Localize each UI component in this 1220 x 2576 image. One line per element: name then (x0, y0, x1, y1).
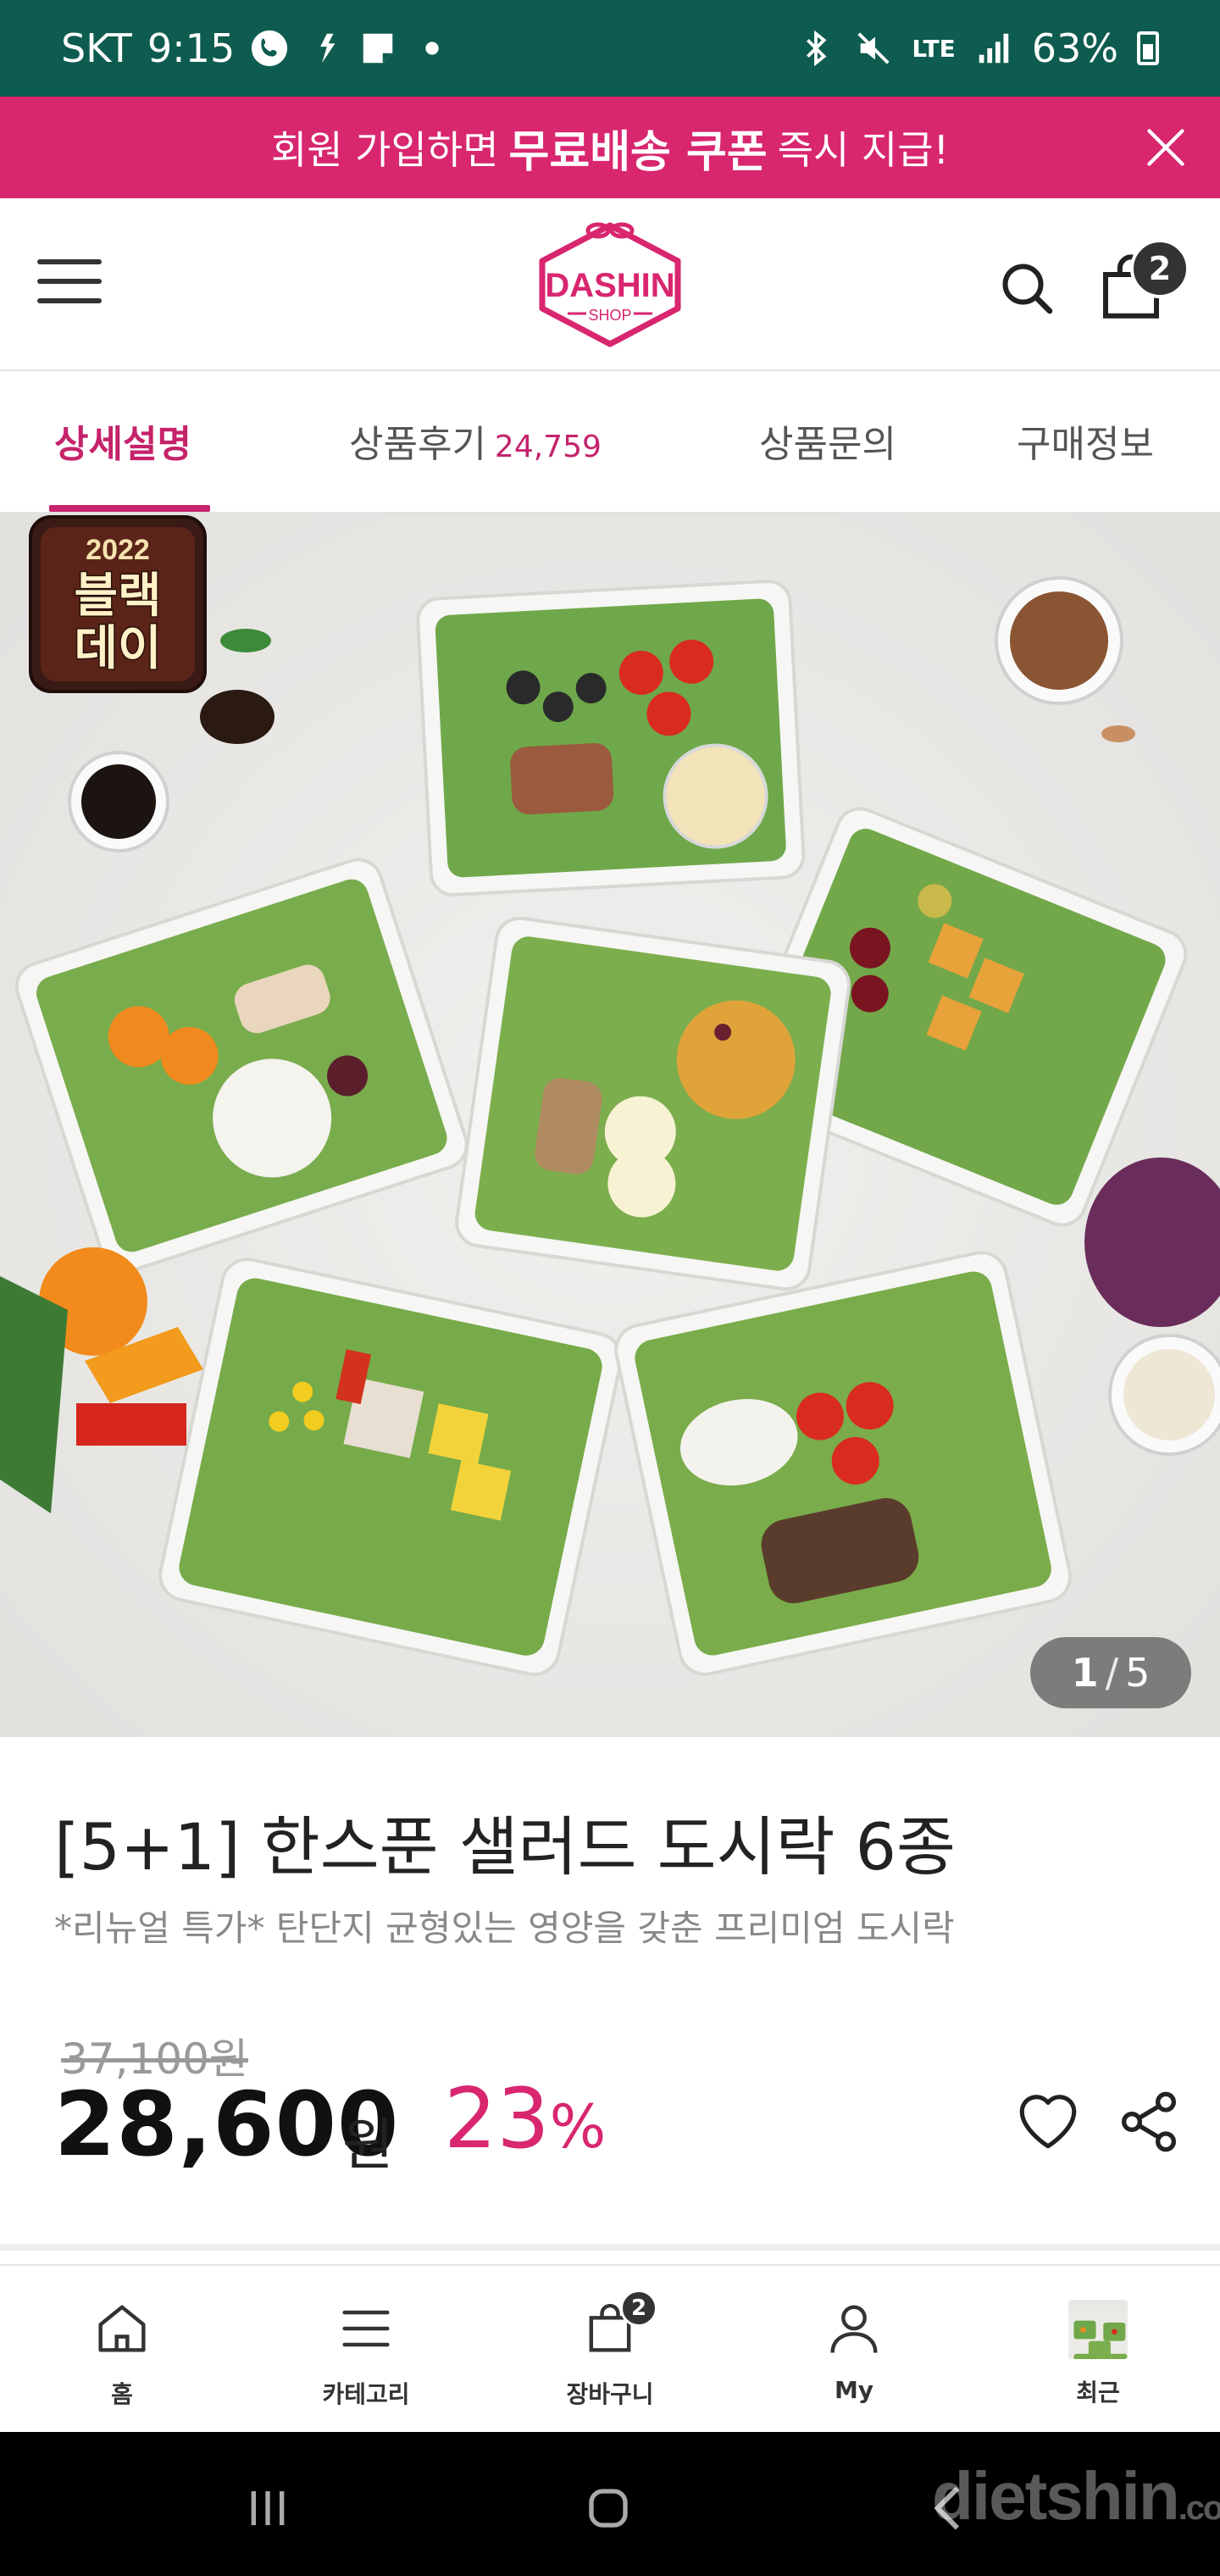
note-icon (358, 29, 397, 68)
tab-reviews-label: 상품후기 (349, 423, 486, 466)
black-day-event-badge: 2022 블랙 데이 (29, 515, 207, 693)
salad-boxes-photo (0, 514, 1220, 1737)
logo-text: DASHIN (545, 267, 674, 304)
tab-reviews[interactable]: 상품후기 24,759 (349, 414, 602, 468)
badge-year: 2022 (86, 534, 150, 566)
page-current: 1 (1071, 1650, 1099, 1696)
network-type: LTE (912, 34, 956, 63)
nav-category-label: 카테고리 (322, 2380, 410, 2408)
search-icon[interactable] (996, 258, 1057, 319)
person-icon (830, 2305, 878, 2353)
badge-line1: 블랙 (74, 569, 161, 624)
recent-apps-icon[interactable] (234, 2474, 302, 2542)
product-subtitle: *리뉴얼 특가* 탄단지 균형있는 영양을 갖춘 프리미엄 도시락 (54, 1907, 955, 1949)
discount-rate: 23% (444, 2071, 606, 2168)
home-button-icon[interactable] (574, 2474, 642, 2542)
recent-product-thumbnail (1068, 2300, 1128, 2359)
promo-text-after: 즉시 지급! (777, 127, 950, 173)
home-icon (98, 2305, 146, 2352)
dashin-shop-logo[interactable]: DASHIN SHOP (534, 219, 686, 351)
tab-detail-label: 상세설명 (54, 423, 191, 466)
product-title: [5+1] 한스푼 샐러드 도시락 6종 (54, 1809, 956, 1885)
promo-text-before: 회원 가입하면 (270, 127, 499, 173)
hamburger-menu-button[interactable] (37, 259, 102, 310)
watermark-suffix: .com (1178, 2490, 1220, 2527)
tab-purchase-info[interactable]: 구매정보 (1017, 414, 1154, 468)
battery-icon (1137, 31, 1159, 65)
bottom-navigation: 홈 카테고리 2 장바구니 My 최근 (0, 2264, 1220, 2432)
running-icon (304, 29, 343, 68)
call-icon (250, 29, 289, 68)
dot-icon (413, 29, 452, 68)
watermark-main: dietshin (932, 2458, 1180, 2534)
app-header: DASHIN SHOP (0, 198, 1220, 371)
heart-icon[interactable] (1013, 2088, 1083, 2152)
nav-home[interactable]: 홈 (37, 2283, 207, 2427)
tab-inquiry[interactable]: 상품문의 (759, 414, 896, 468)
page-total: 5 (1125, 1650, 1151, 1696)
logo-subtext: SHOP (588, 307, 631, 324)
nav-cart-badge: 2 (620, 2290, 657, 2327)
signup-promo-banner[interactable]: 회원 가입하면 무료배송 쿠폰 즉시 지급! (0, 97, 1220, 198)
sale-price-unit: 원 (342, 2112, 394, 2178)
status-bar: SKT 9:15 LTE 63% (0, 0, 1220, 97)
nav-recent-label: 최근 (1076, 2379, 1120, 2407)
signal-icon (974, 29, 1013, 68)
nav-cart-label: 장바구니 (566, 2380, 654, 2408)
mute-icon (854, 29, 893, 68)
clock: 9:15 (147, 25, 236, 71)
discount-unit: % (549, 2092, 607, 2162)
nav-home-label: 홈 (111, 2380, 133, 2408)
nav-my[interactable]: My (769, 2283, 939, 2427)
carousel-page-indicator: 1 / 5 (1030, 1637, 1191, 1708)
section-divider (0, 2244, 1220, 2251)
menu-icon (342, 2310, 390, 2347)
nav-recent[interactable]: 최근 (1013, 2283, 1183, 2427)
share-icon[interactable] (1115, 2088, 1183, 2156)
page-separator: / (1105, 1650, 1119, 1696)
nav-category[interactable]: 카테고리 (281, 2283, 451, 2427)
tab-inquiry-label: 상품문의 (759, 423, 896, 466)
nav-cart[interactable]: 2 장바구니 (525, 2283, 695, 2427)
nav-my-label: My (834, 2376, 874, 2404)
watermark: dietshin.com (932, 2457, 1220, 2535)
carrier-label: SKT (61, 25, 132, 71)
review-count: 24,759 (494, 430, 602, 464)
discount-value: 23 (444, 2071, 550, 2168)
cart-count-badge: 2 (1130, 239, 1190, 298)
product-image-carousel[interactable] (0, 514, 1220, 1737)
product-tabs: 상세설명 상품후기 24,759 상품문의 구매정보 (0, 371, 1220, 514)
badge-line2: 데이 (74, 621, 161, 676)
tab-purchase-info-label: 구매정보 (1017, 423, 1154, 466)
battery-percent: 63% (1031, 25, 1118, 71)
close-icon[interactable] (1144, 125, 1188, 169)
tab-detail[interactable]: 상세설명 (54, 414, 191, 468)
bluetooth-icon (796, 29, 835, 68)
promo-highlight: 무료배송 쿠폰 (508, 126, 768, 178)
active-tab-indicator (49, 505, 210, 512)
